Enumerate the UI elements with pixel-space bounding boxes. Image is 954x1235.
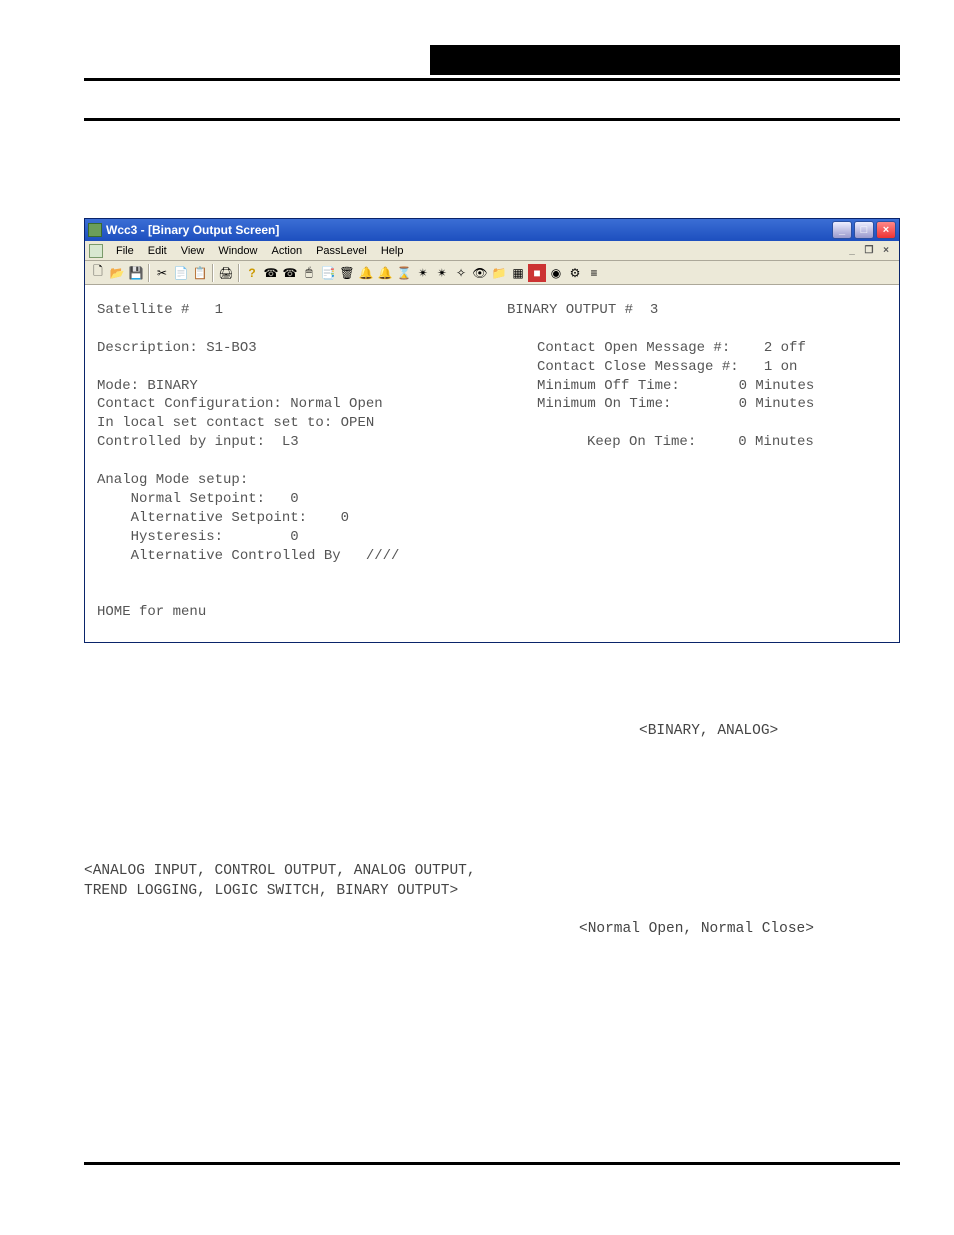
alternative-controlled-by: Alternative Controlled By ////: [97, 547, 887, 566]
tool-icon[interactable]: 🖱: [300, 264, 318, 282]
tool-icon[interactable]: ✴: [414, 264, 432, 282]
binary-output-number: BINARY OUTPUT # 3: [507, 301, 887, 320]
save-icon[interactable]: 💾: [127, 264, 145, 282]
menu-window[interactable]: Window: [211, 243, 264, 259]
page-header-black-box: [430, 45, 900, 75]
menu-help[interactable]: Help: [374, 243, 411, 259]
menu-passlevel[interactable]: PassLevel: [309, 243, 374, 259]
menu-action[interactable]: Action: [264, 243, 309, 259]
tool-icon[interactable]: ⌛: [395, 264, 413, 282]
satellite-number: Satellite # 1: [97, 301, 507, 320]
minimize-button[interactable]: _: [832, 221, 852, 239]
options-binary-analog: <BINARY, ANALOG>: [84, 722, 900, 742]
contact-open-message: Contact Open Message #: 2 off: [537, 339, 887, 358]
normal-setpoint: Normal Setpoint: 0: [97, 490, 887, 509]
tool-icon[interactable]: ◉: [547, 264, 565, 282]
help-icon[interactable]: ?: [243, 264, 261, 282]
mdi-minimize-button[interactable]: _: [845, 245, 859, 257]
tool-icon[interactable]: 🔔: [357, 264, 375, 282]
tool-icon[interactable]: ✧: [452, 264, 470, 282]
minimum-on-time: Minimum On Time: 0 Minutes: [537, 395, 887, 414]
window-title: Wcc3 - [Binary Output Screen]: [106, 223, 279, 237]
close-button[interactable]: ×: [876, 221, 896, 239]
menubar: File Edit View Window Action PassLevel H…: [85, 241, 899, 261]
toolbar-separator: [148, 264, 150, 282]
window-controls: _ □ ×: [832, 221, 896, 239]
tool-icon[interactable]: ☎: [281, 264, 299, 282]
mode-field: Mode: BINARY: [97, 377, 507, 396]
tool-icon[interactable]: ■: [528, 264, 546, 282]
app-window: Wcc3 - [Binary Output Screen] _ □ × File…: [84, 218, 900, 643]
cut-icon[interactable]: ✂: [153, 264, 171, 282]
options-line-2: TREND LOGGING, LOGIC SWITCH, BINARY OUTP…: [84, 882, 900, 902]
tool-icon[interactable]: 📑: [319, 264, 337, 282]
new-icon[interactable]: 🗋: [89, 264, 107, 282]
alternative-setpoint: Alternative Setpoint: 0: [97, 509, 887, 528]
toolbar: 🗋 📂 💾 ✂ 📄 📋 🖨 ? ☎ ☎ 🖱 📑 🗑 🔔 🔔 ⌛ ✴ ✴ ✧ 👁 …: [85, 261, 899, 285]
tool-icon[interactable]: 🗑: [338, 264, 356, 282]
controlled-by-input: Controlled by input: L3: [97, 433, 507, 452]
titlebar[interactable]: Wcc3 - [Binary Output Screen] _ □ ×: [85, 219, 899, 241]
options-contact-config: <Normal Open, Normal Close>: [84, 920, 900, 940]
mdi-icon[interactable]: [89, 244, 103, 258]
tool-icon[interactable]: ▦: [509, 264, 527, 282]
options-line-1: <ANALOG INPUT, CONTROL OUTPUT, ANALOG OU…: [84, 862, 900, 882]
menu-file[interactable]: File: [109, 243, 141, 259]
tool-icon[interactable]: 🔔: [376, 264, 394, 282]
contact-close-message: Contact Close Message #: 1 on: [537, 358, 887, 377]
client-area: Satellite # 1 BINARY OUTPUT # 3 Descript…: [85, 285, 899, 642]
mdi-restore-button[interactable]: ❐: [862, 245, 876, 257]
toolbar-separator: [238, 264, 240, 282]
tool-icon[interactable]: ☎: [262, 264, 280, 282]
copy-icon[interactable]: 📄: [172, 264, 190, 282]
tool-icon[interactable]: 📁: [490, 264, 508, 282]
mdi-close-button[interactable]: ×: [879, 245, 893, 257]
keep-on-time: Keep On Time: 0 Minutes: [587, 433, 887, 452]
minimum-off-time: Minimum Off Time: 0 Minutes: [537, 377, 887, 396]
menu-view[interactable]: View: [174, 243, 212, 259]
rule-top-1: [84, 78, 900, 81]
tool-icon[interactable]: ≡: [585, 264, 603, 282]
open-icon[interactable]: 📂: [108, 264, 126, 282]
toolbar-separator: [212, 264, 214, 282]
paste-icon[interactable]: 📋: [191, 264, 209, 282]
hysteresis: Hysteresis: 0: [97, 528, 887, 547]
menu-edit[interactable]: Edit: [141, 243, 174, 259]
print-icon[interactable]: 🖨: [217, 264, 235, 282]
options-controlled-by-list: <ANALOG INPUT, CONTROL OUTPUT, ANALOG OU…: [84, 862, 900, 901]
tool-icon[interactable]: ⚙: [566, 264, 584, 282]
app-icon: [88, 223, 102, 237]
rule-top-2: [84, 118, 900, 121]
contact-config-field: Contact Configuration: Normal Open: [97, 395, 507, 414]
maximize-button[interactable]: □: [854, 221, 874, 239]
tool-icon[interactable]: ✴: [433, 264, 451, 282]
local-set-field: In local set contact set to: OPEN: [97, 414, 507, 433]
description-field: Description: S1-BO3: [97, 339, 507, 358]
rule-bottom: [84, 1162, 900, 1165]
home-hint: HOME for menu: [97, 603, 887, 622]
analog-mode-setup-label: Analog Mode setup:: [97, 471, 887, 490]
tool-icon[interactable]: 👁: [471, 264, 489, 282]
